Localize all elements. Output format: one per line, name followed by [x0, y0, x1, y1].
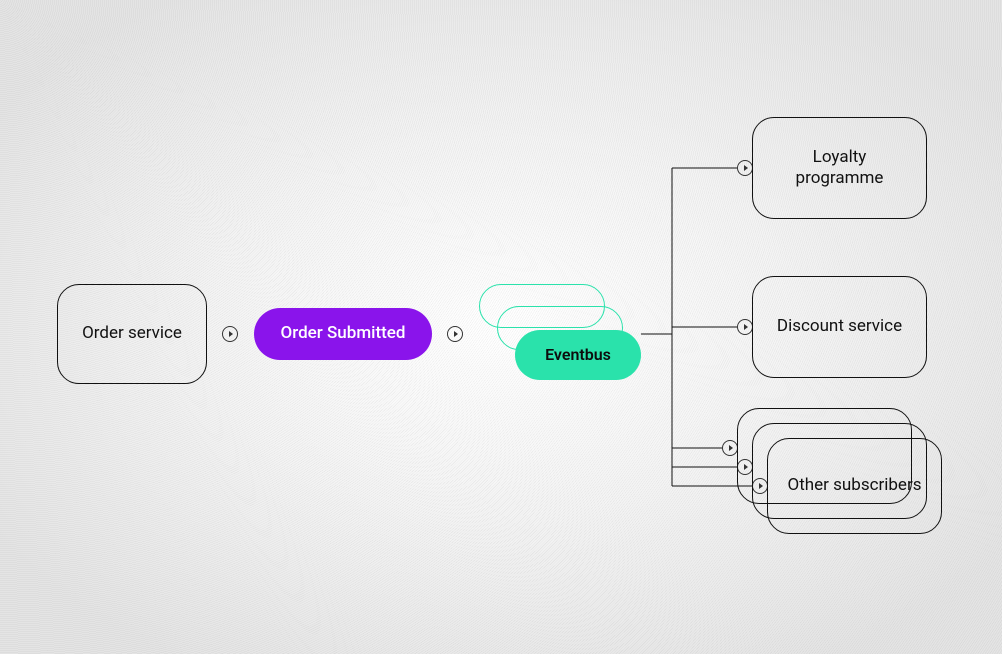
flow-arrow-icon [737, 160, 753, 176]
flow-arrow-icon [222, 326, 238, 342]
flow-arrow-icon [447, 326, 463, 342]
node-eventbus: Eventbus [515, 330, 641, 380]
flow-arrow-icon [722, 440, 738, 456]
node-other-subscribers: Other subscribers [767, 438, 942, 534]
diagram-canvas: Order service Order Submitted Eventbus L… [0, 0, 1002, 654]
node-order-submitted: Order Submitted [254, 308, 432, 360]
node-discount-service: Discount service [752, 276, 927, 378]
node-label: Other subscribers [788, 475, 922, 496]
flow-arrow-icon [737, 319, 753, 335]
node-label: Discount service [777, 316, 902, 337]
node-loyalty-programme: Loyalty programme [752, 117, 927, 219]
node-label: Eventbus [545, 345, 611, 365]
node-order-service: Order service [57, 284, 207, 384]
node-label: Order service [82, 323, 182, 344]
node-label: Order Submitted [281, 323, 406, 344]
node-label: Loyalty programme [773, 147, 906, 190]
